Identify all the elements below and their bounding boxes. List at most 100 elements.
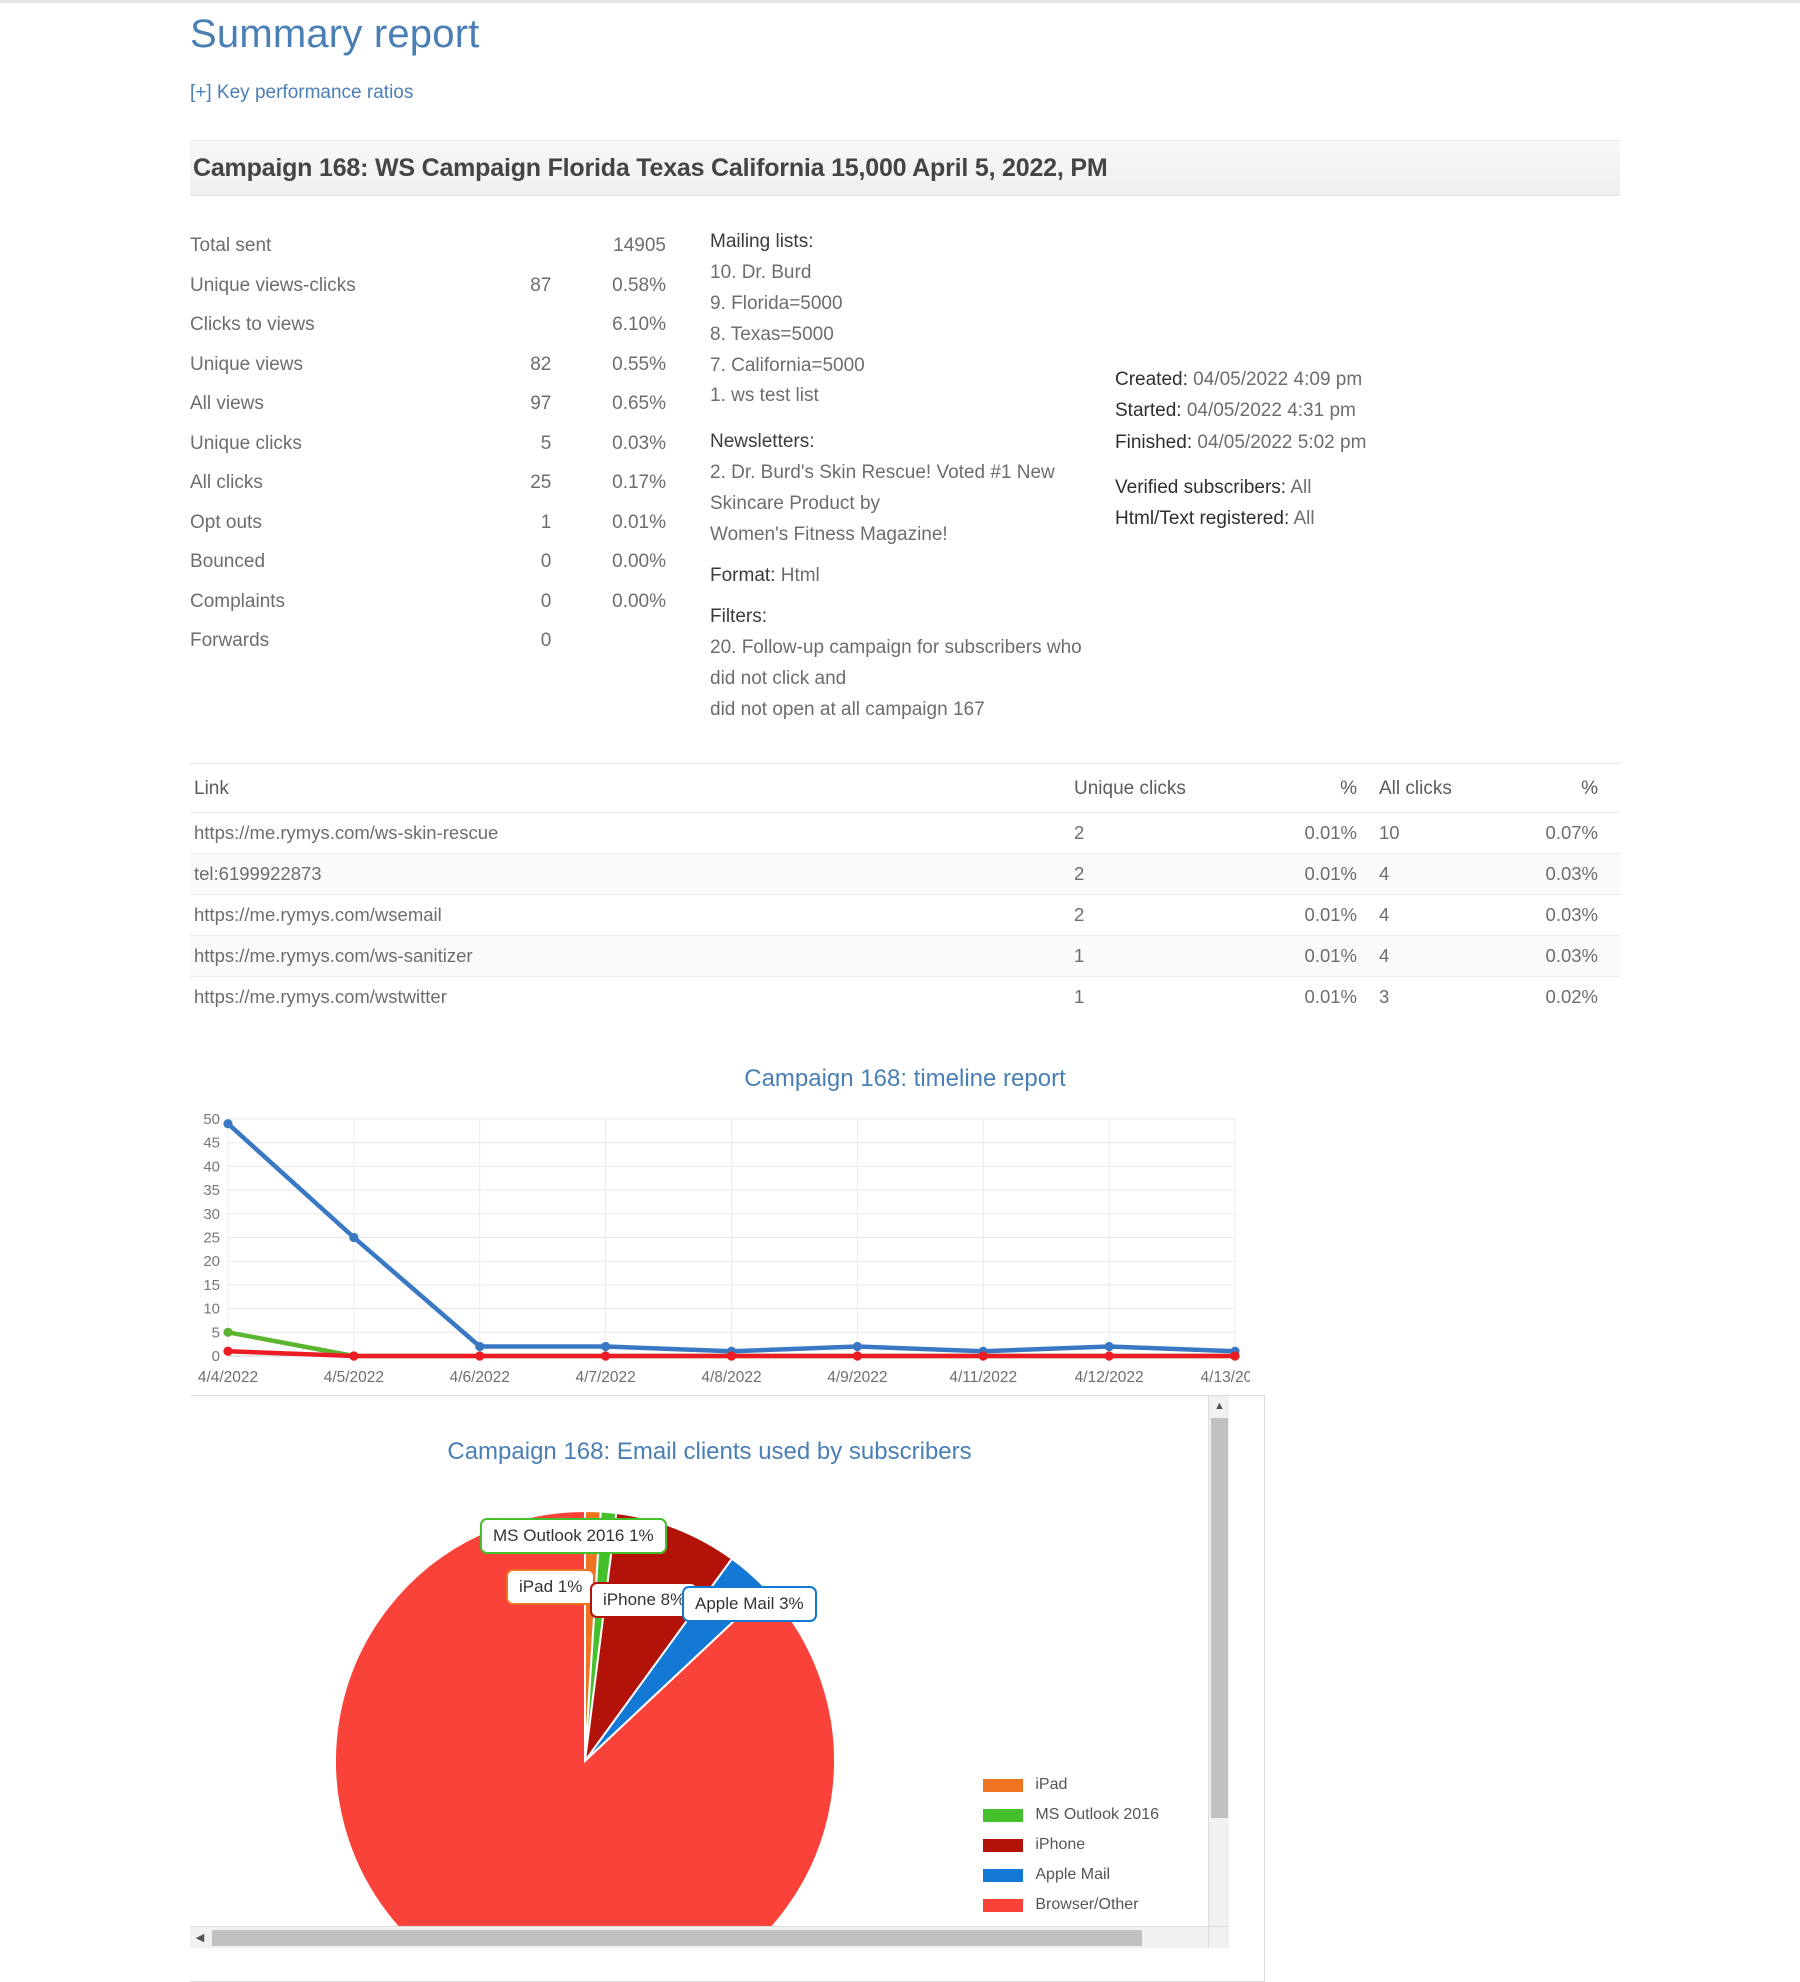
timeline-chart-title: Campaign 168: timeline report [744,1065,1066,1093]
x-axis-tick-label: 4/13/2022 [1201,1369,1250,1386]
x-axis-tick-label: 4/8/2022 [701,1369,761,1386]
finished-row: Finished: 04/05/2022 5:02 pm [1115,427,1535,458]
link-all-clicks: 10 [1375,812,1515,854]
panel-vertical-scrollbar[interactable]: ▲ ▼ [1208,1396,1229,1948]
timeline-data-point [601,1351,611,1361]
link-unique-percent: 0.01% [1270,935,1375,977]
stat-label: Complaints [190,590,286,612]
x-axis-tick-label: 4/9/2022 [827,1369,887,1386]
campaign-header-bar: Campaign 168: WS Campaign Florida Texas … [190,140,1620,196]
pie-legend-item[interactable]: MS Outlook 2016 [983,1806,1159,1824]
format-value: Html [780,564,820,586]
timeline-data-point [726,1351,737,1361]
link-unique-percent: 0.01% [1270,853,1375,895]
stat-percent [557,621,690,661]
links-header-row: Link Unique clicks% All clicks% [190,764,1620,813]
panel-horizontal-scrollbar[interactable]: ◀ ▶ [190,1926,1229,1948]
y-axis-tick-label: 0 [212,1348,220,1365]
links-column-header: % [1581,778,1598,800]
link-url[interactable]: https://me.rymys.com/ws-skin-rescue [190,812,1070,854]
email-clients-panel: Campaign 168: Email clients used by subs… [190,1395,1265,1982]
finished-label: Finished: [1115,431,1193,453]
campaign-dates: Created: 04/05/2022 4:09 pm Started: 04/… [1115,364,1535,535]
pie-legend-label: Apple Mail [1035,1866,1111,1883]
pie-legend-item[interactable]: Browser/Other [983,1896,1159,1914]
legend-swatch-icon [983,1898,1024,1912]
links-grid: Link Unique clicks% All clicks% https://me… [190,764,1620,1018]
stat-label: All views [190,393,264,415]
links-table-row: https://me.rymys.com/wstwitter 1 0.01% 3 0.0… [190,976,1620,1018]
link-all-clicks: 4 [1375,853,1515,895]
link-url[interactable]: tel:6199922873 [190,853,1070,895]
link-url[interactable]: https://me.rymys.com/wstwitter [190,976,1070,1018]
started-row: Started: 04/05/2022 4:31 pm [1115,395,1535,426]
stat-label: Clicks to views [190,314,315,336]
stat-value [445,305,557,345]
x-axis-tick-label: 4/4/2022 [198,1369,258,1386]
timeline-data-point [601,1342,611,1352]
y-axis-tick-label: 50 [203,1111,220,1128]
stat-value [445,226,557,266]
links-table-row: https://me.rymys.com/ws-skin-rescue 2 0.01… [190,812,1620,854]
link-url[interactable]: https://me.rymys.com/ws-sanitizer [190,935,1070,977]
stat-row: Opt outs 1 0.01% [190,503,690,543]
callout-apple-mail: Apple Mail 3% [682,1586,817,1622]
page-title: Summary report [190,12,480,56]
link-unique-clicks: 2 [1070,853,1270,895]
stat-row: All clicks 25 0.17% [190,463,690,503]
links-table-row: https://me.rymys.com/wsemail 2 0.01% 4 0.03% [190,894,1620,936]
callout-ipad: iPad 1% [506,1569,596,1605]
stat-value: 97 [530,393,552,415]
vertical-scroll-thumb[interactable] [1211,1418,1228,1818]
stat-row: Complaints 0 0.00% [190,582,690,622]
stat-percent: 0.01% [612,511,666,533]
y-axis-tick-label: 5 [212,1325,220,1342]
timeline-data-point [1104,1351,1114,1361]
legend-swatch-icon [983,1808,1024,1822]
pie-legend-item[interactable]: Apple Mail [983,1866,1159,1884]
legend-swatch-icon [983,1868,1024,1882]
stat-value: 1 [540,511,552,533]
pie-legend-item[interactable]: iPad [983,1776,1159,1794]
link-url[interactable]: https://me.rymys.com/wsemail [190,894,1070,936]
scroll-up-icon[interactable]: ▲ [1209,1396,1229,1416]
callout-ms-outlook-2016: MS Outlook 2016 1% [480,1518,667,1554]
verified-subscribers-value: All [1290,477,1312,499]
started-value: 04/05/2022 4:31 pm [1186,400,1356,422]
stat-value: 82 [530,353,552,375]
link-all-clicks: 4 [1375,894,1515,936]
pie-legend-label: iPad [1035,1776,1068,1793]
links-table-row: tel:6199922873 2 0.01% 4 0.03% [190,853,1620,895]
stat-percent: 0.00% [612,551,666,573]
timeline-data-point [852,1342,862,1352]
filter-line: 20. Follow-up campaign for subscribers w… [710,637,1082,659]
link-unique-clicks: 2 [1070,812,1270,854]
pie-legend-label: MS Outlook 2016 [1035,1806,1159,1823]
stat-label: Unique views-clicks [190,274,356,296]
html-text-registered-label: Html/Text registered: [1115,508,1290,530]
scrollbar-corner [1208,1926,1229,1948]
key-performance-ratios-toggle[interactable]: [+] Key performance ratios [190,82,413,104]
stat-label: Opt outs [190,511,262,533]
summary-section: Total sent 14905 Unique views-clicks 87 0.58… [190,226,1620,739]
y-axis-tick-label: 10 [203,1301,220,1318]
timeline-data-point [223,1119,233,1129]
horizontal-scroll-thumb[interactable] [212,1930,1142,1946]
created-value: 04/05/2022 4:09 pm [1193,369,1363,390]
link-all-percent: 0.03% [1515,894,1620,936]
link-unique-clicks: 1 [1070,976,1270,1018]
y-axis-tick-label: 45 [203,1135,220,1152]
timeline-data-point [852,1351,862,1361]
pie-legend-item[interactable]: iPhone [983,1836,1159,1854]
y-axis-tick-label: 40 [203,1159,220,1176]
scroll-left-icon[interactable]: ◀ [190,1927,210,1949]
x-axis-tick-label: 4/5/2022 [324,1369,384,1386]
stat-percent: 0.17% [612,472,666,494]
stat-value: 0 [540,630,552,652]
created-row: Created: 04/05/2022 4:09 pm [1115,364,1535,395]
timeline-data-point [475,1351,485,1361]
pie-legend-label: iPhone [1035,1836,1086,1853]
link-all-clicks: 3 [1375,976,1515,1018]
link-unique-percent: 0.01% [1270,976,1375,1018]
link-all-percent: 0.03% [1515,935,1620,977]
